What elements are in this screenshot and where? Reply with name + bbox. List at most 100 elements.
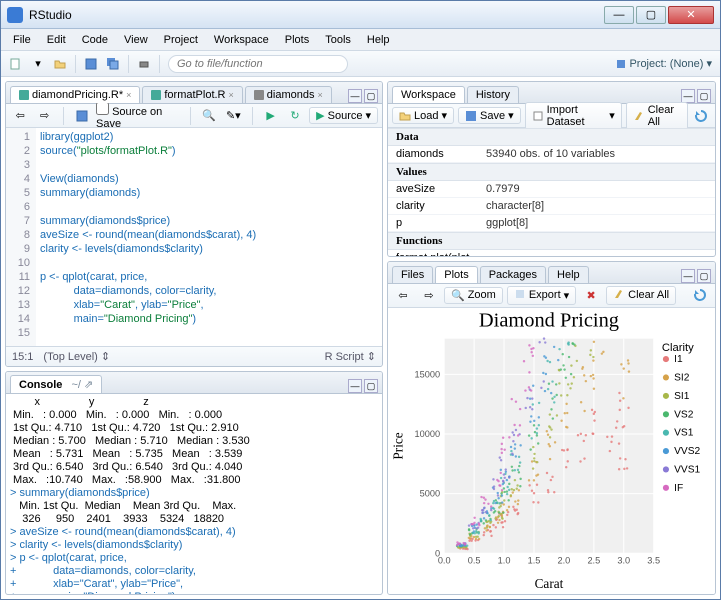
load-button[interactable]: Load▾ xyxy=(392,107,454,124)
tab-console[interactable]: Console ~/ ⇗ xyxy=(10,375,102,393)
refresh-icon[interactable] xyxy=(690,285,710,305)
console-tabs: Console ~/ ⇗ —▢ xyxy=(6,372,382,394)
menu-help[interactable]: Help xyxy=(359,32,398,48)
wd-arrow-icon[interactable]: ⇗ xyxy=(84,378,93,391)
tab-diamondpricing[interactable]: diamondPricing.R*× xyxy=(10,86,140,103)
save-icon[interactable] xyxy=(73,106,91,126)
save-icon[interactable] xyxy=(81,54,101,74)
clear-all-button[interactable]: Clear All xyxy=(626,102,689,130)
tab-diamonds[interactable]: diamonds× xyxy=(245,86,332,103)
tab-files[interactable]: Files xyxy=(392,266,433,283)
menu-file[interactable]: File xyxy=(5,32,39,48)
env-row[interactable]: aveSize0.7979 xyxy=(388,181,715,198)
console-output[interactable]: x y z Min. : 0.000 Min. : 0.000 Min. : 0… xyxy=(6,394,382,594)
maximize-button[interactable]: ▢ xyxy=(636,6,666,24)
rerun-icon[interactable]: ↻ xyxy=(286,106,304,126)
menu-plots[interactable]: Plots xyxy=(277,32,317,48)
menu-project[interactable]: Project xyxy=(156,32,206,48)
svg-text:0.5: 0.5 xyxy=(468,555,481,565)
project-menu[interactable]: Project: (None) ▾ xyxy=(616,57,712,70)
svg-text:5000: 5000 xyxy=(420,489,440,499)
print-icon[interactable] xyxy=(134,54,154,74)
env-row[interactable]: format.plot(plot, size) xyxy=(388,250,715,256)
plot-next-icon[interactable]: ⇨ xyxy=(419,285,439,305)
svg-text:SI1: SI1 xyxy=(674,391,690,402)
svg-text:2.5: 2.5 xyxy=(587,555,600,565)
menu-code[interactable]: Code xyxy=(74,32,116,48)
svg-text:VS2: VS2 xyxy=(674,409,694,420)
code-content[interactable]: library(ggplot2) source("plots/formatPlo… xyxy=(36,128,382,346)
svg-text:1.0: 1.0 xyxy=(498,555,511,565)
pane-max-icon[interactable]: ▢ xyxy=(364,89,378,103)
export-button[interactable]: Export▾ xyxy=(507,286,576,305)
svg-text:15000: 15000 xyxy=(415,369,441,379)
env-row[interactable]: pggplot[8] xyxy=(388,215,715,232)
forward-icon[interactable]: ⇨ xyxy=(35,106,53,126)
save-icon xyxy=(465,110,477,122)
close-icon[interactable]: × xyxy=(317,90,322,100)
export-icon xyxy=(514,288,526,303)
import-dataset-button[interactable]: Import Dataset▾ xyxy=(525,102,622,130)
env-section-header: Data xyxy=(388,128,715,146)
tab-help-plots[interactable]: Help xyxy=(548,266,589,283)
source-statusbar: 15:1 (Top Level) ⇕ R Script ⇕ xyxy=(6,346,382,366)
refresh-icon[interactable] xyxy=(692,106,710,126)
close-icon[interactable]: × xyxy=(126,90,131,100)
source-pane: diamondPricing.R*× formatPlot.R× diamond… xyxy=(5,81,383,367)
svg-text:VVS2: VVS2 xyxy=(674,446,700,457)
svg-text:Diamond Pricing: Diamond Pricing xyxy=(479,309,619,331)
svg-text:IF: IF xyxy=(674,483,683,494)
close-button[interactable]: ✕ xyxy=(668,6,714,24)
pane-min-icon[interactable]: — xyxy=(348,379,362,393)
code-editor[interactable]: 123456789101112131415 library(ggplot2) s… xyxy=(6,128,382,346)
pane-max-icon[interactable]: ▢ xyxy=(697,89,711,103)
run-icon[interactable]: ▶ xyxy=(261,106,279,126)
pane-max-icon[interactable]: ▢ xyxy=(697,269,711,283)
env-row[interactable]: claritycharacter[8] xyxy=(388,198,715,215)
plot-prev-icon[interactable]: ⇦ xyxy=(393,285,413,305)
back-icon[interactable]: ⇦ xyxy=(11,106,29,126)
lang-indicator[interactable]: R Script ⇕ xyxy=(325,350,376,363)
menu-tools[interactable]: Tools xyxy=(317,32,359,48)
app-window: RStudio — ▢ ✕ File Edit Code View Projec… xyxy=(0,0,721,600)
svg-text:3.5: 3.5 xyxy=(647,555,660,565)
titlebar[interactable]: RStudio — ▢ ✕ xyxy=(1,1,720,29)
source-button[interactable]: ▶Source ▾ xyxy=(309,107,378,124)
tab-plots[interactable]: Plots xyxy=(435,266,477,283)
save-all-icon[interactable] xyxy=(103,54,123,74)
pane-max-icon[interactable]: ▢ xyxy=(364,379,378,393)
menu-view[interactable]: View xyxy=(116,32,156,48)
tab-workspace[interactable]: Workspace xyxy=(392,86,465,103)
svg-text:I1: I1 xyxy=(674,354,683,365)
pane-min-icon[interactable]: — xyxy=(681,89,695,103)
goto-file-input[interactable] xyxy=(168,55,348,73)
source-toolbar: ⇦ ⇨ Source on Save 🔍 ✎▾ ▶ ↻ ▶Source ▾ xyxy=(6,104,382,128)
minimize-button[interactable]: — xyxy=(604,6,634,24)
scope-indicator[interactable]: (Top Level) ⇕ xyxy=(43,350,110,363)
svg-text:Carat: Carat xyxy=(535,576,564,591)
new-file-icon[interactable] xyxy=(6,54,26,74)
broom-icon xyxy=(613,288,625,303)
save-ws-button[interactable]: Save▾ xyxy=(458,107,521,124)
menu-edit[interactable]: Edit xyxy=(39,32,74,48)
env-row[interactable]: diamonds53940 obs. of 10 variables xyxy=(388,146,715,163)
pane-min-icon[interactable]: — xyxy=(681,269,695,283)
plots-toolbar: ⇦ ⇨ 🔍Zoom Export▾ ✖ Clear All xyxy=(388,284,715,308)
wand-icon[interactable]: ✎▾ xyxy=(224,106,242,126)
tab-history[interactable]: History xyxy=(467,86,519,103)
open-file-icon[interactable] xyxy=(50,54,70,74)
svg-text:Price: Price xyxy=(390,432,405,459)
clear-plots-button[interactable]: Clear All xyxy=(606,286,676,305)
tab-formatplot[interactable]: formatPlot.R× xyxy=(142,86,242,103)
pane-min-icon[interactable]: — xyxy=(348,89,362,103)
console-pane: Console ~/ ⇗ —▢ x y z Min. : 0.000 Min. … xyxy=(5,371,383,595)
source-on-save-checkbox[interactable]: Source on Save xyxy=(96,102,182,130)
close-icon[interactable]: × xyxy=(229,90,234,100)
workspace-tabs: Workspace History —▢ xyxy=(388,82,715,104)
find-icon[interactable]: 🔍 xyxy=(200,106,218,126)
menu-workspace[interactable]: Workspace xyxy=(206,32,277,48)
remove-plot-icon[interactable]: ✖ xyxy=(581,285,601,305)
zoom-button[interactable]: 🔍Zoom xyxy=(444,287,503,304)
tab-packages[interactable]: Packages xyxy=(480,266,546,283)
new-file-dropdown-icon[interactable]: ▾ xyxy=(28,54,48,74)
